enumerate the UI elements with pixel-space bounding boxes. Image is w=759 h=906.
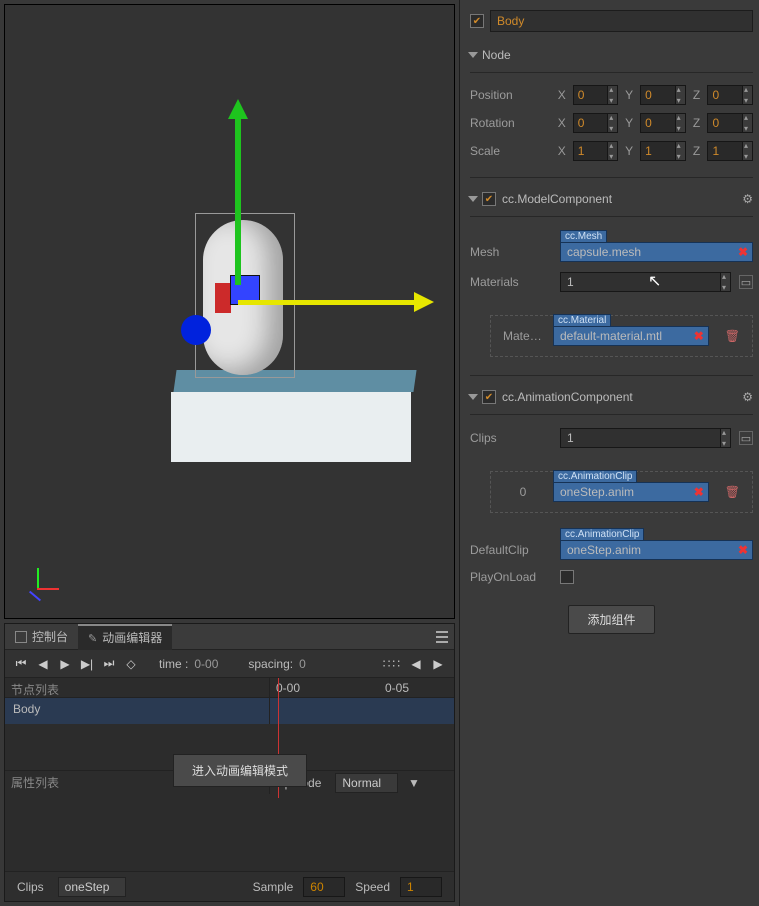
- clear-clip-icon[interactable]: ✖: [694, 485, 704, 499]
- wrapmode-select[interactable]: Normal: [335, 773, 398, 793]
- trash-icon[interactable]: 🗑: [725, 329, 740, 343]
- prev-frame-button[interactable]: ◀: [35, 657, 51, 671]
- sample-input[interactable]: 60: [303, 877, 345, 897]
- trash-icon[interactable]: 🗑: [725, 485, 740, 499]
- model-enabled-checkbox[interactable]: [482, 192, 496, 206]
- next-frame-button[interactable]: ▶|: [79, 657, 95, 671]
- material-asset-field[interactable]: cc.Material default-material.mtl ✖: [553, 326, 709, 346]
- clear-default-clip-icon[interactable]: ✖: [738, 543, 748, 557]
- node-section-header[interactable]: Node: [470, 44, 753, 66]
- speed-input[interactable]: 1: [400, 877, 442, 897]
- position-y-input[interactable]: 0: [640, 85, 686, 105]
- collapse-array-icon[interactable]: ▭: [739, 275, 753, 289]
- animation-component-header[interactable]: cc.AnimationComponent ⚙: [470, 386, 753, 408]
- clips-label: Clips: [470, 431, 552, 445]
- gizmo-z-handle[interactable]: [181, 315, 211, 345]
- gizmo-y-axis[interactable]: [235, 105, 241, 285]
- node-enabled-checkbox[interactable]: [470, 14, 484, 28]
- clip-asset-field[interactable]: cc.AnimationClip oneStep.anim ✖: [553, 482, 709, 502]
- rotation-label: Rotation: [470, 116, 551, 130]
- mesh-label: Mesh: [470, 245, 552, 259]
- scale-x-input[interactable]: 1: [573, 141, 619, 161]
- clear-mesh-icon[interactable]: ✖: [738, 245, 748, 259]
- speed-label: Speed: [355, 880, 390, 894]
- clear-material-icon[interactable]: ✖: [694, 329, 704, 343]
- chevron-down-icon: [468, 394, 478, 400]
- play-button[interactable]: ▶: [57, 657, 73, 671]
- panel-menu-icon[interactable]: [430, 625, 454, 649]
- rotation-z-input[interactable]: 0: [707, 113, 753, 133]
- scale-label: Scale: [470, 144, 551, 158]
- next-key-button[interactable]: ▶: [430, 657, 446, 671]
- last-frame-button[interactable]: ⏭: [101, 656, 117, 671]
- model-component-header[interactable]: cc.ModelComponent ⚙: [470, 188, 753, 210]
- mesh-asset-field[interactable]: cc.Mesh capsule.mesh ✖: [560, 242, 753, 262]
- clips-array-item: 0 cc.AnimationClip oneStep.anim ✖ 🗑: [490, 471, 753, 513]
- sample-label: Sample: [253, 880, 294, 894]
- scale-z-input[interactable]: 1: [707, 141, 753, 161]
- position-z-input[interactable]: 0: [707, 85, 753, 105]
- gizmo-x-axis[interactable]: [238, 300, 428, 305]
- spacing-value: 0: [299, 657, 306, 671]
- animation-enabled-checkbox[interactable]: [482, 390, 496, 404]
- tab-console[interactable]: 控制台: [5, 624, 78, 650]
- edit-icon: [88, 631, 97, 645]
- clips-select[interactable]: oneStep: [58, 877, 127, 897]
- enter-anim-edit-button[interactable]: 进入动画编辑模式: [173, 754, 307, 787]
- spacing-label: spacing:: [248, 657, 293, 671]
- first-frame-button[interactable]: ⏮: [13, 656, 29, 671]
- clips-count-input[interactable]: 1: [560, 428, 731, 448]
- default-clip-label: DefaultClip: [470, 543, 552, 557]
- gear-icon[interactable]: ⚙: [742, 192, 753, 206]
- clips-label: Clips: [17, 880, 44, 894]
- play-on-load-label: PlayOnLoad: [470, 570, 552, 584]
- grid-icon[interactable]: ∷∷: [383, 657, 402, 671]
- materials-label: Materials: [470, 275, 552, 289]
- chevron-down-icon: [468, 52, 478, 58]
- timeline-track[interactable]: [270, 698, 454, 724]
- tab-console-label: 控制台: [32, 628, 68, 645]
- node-name-input[interactable]: [490, 10, 753, 32]
- inspector-panel: Node Position X 0 Y 0 Z 0 Rotation X 0 Y…: [459, 0, 759, 906]
- play-on-load-checkbox[interactable]: [560, 570, 574, 584]
- orientation-gizmo: [23, 560, 63, 600]
- collapse-array-icon[interactable]: ▭: [739, 431, 753, 445]
- gizmo-x-plane[interactable]: [215, 283, 231, 313]
- rotation-x-input[interactable]: 0: [573, 113, 619, 133]
- rotation-y-input[interactable]: 0: [640, 113, 686, 133]
- position-x-input[interactable]: 0: [573, 85, 619, 105]
- console-icon: [15, 631, 27, 643]
- animation-panel: 控制台 动画编辑器 ⏮ ◀ ▶ ▶| ⏭ ◇ time : 0-00: [4, 623, 455, 902]
- tab-anim-label: 动画编辑器: [102, 629, 162, 646]
- gear-icon[interactable]: ⚙: [742, 390, 753, 404]
- timeline-ruler[interactable]: 0-00 0-05: [270, 678, 454, 697]
- timeline-node-body[interactable]: Body: [5, 698, 270, 724]
- position-label: Position: [470, 88, 551, 102]
- add-event-button[interactable]: ◇: [123, 657, 139, 671]
- node-list-header: 节点列表: [5, 678, 270, 697]
- materials-count-input[interactable]: 1: [560, 272, 731, 292]
- chevron-down-icon: [468, 196, 478, 202]
- time-value: 0-00: [194, 657, 218, 671]
- materials-array-item: Mater… cc.Material default-material.mtl …: [490, 315, 753, 357]
- 3d-viewport[interactable]: [4, 4, 455, 619]
- scale-y-input[interactable]: 1: [640, 141, 686, 161]
- tab-anim-editor[interactable]: 动画编辑器: [78, 624, 172, 650]
- default-clip-field[interactable]: cc.AnimationClip oneStep.anim ✖: [560, 540, 753, 560]
- chevron-down-icon: ▼: [408, 776, 420, 790]
- add-component-button[interactable]: 添加组件: [568, 605, 654, 634]
- time-label: time :: [159, 657, 188, 671]
- prev-key-button[interactable]: ◀: [408, 657, 424, 671]
